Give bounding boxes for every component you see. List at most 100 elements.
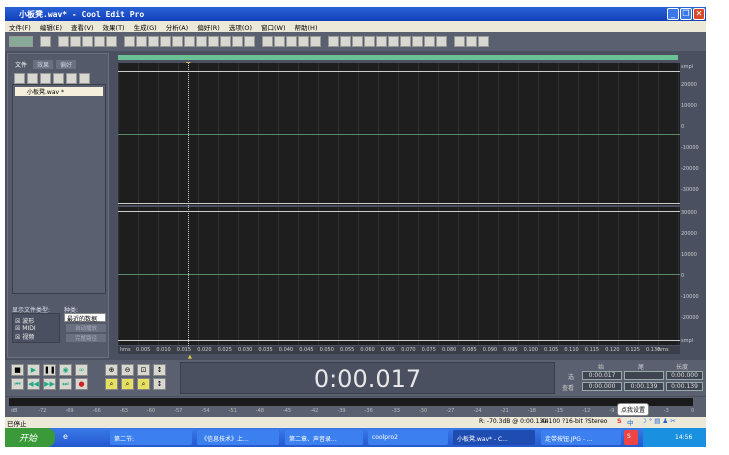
record-button[interactable]: ●: [75, 378, 88, 390]
sel-begin-field[interactable]: 0:00.017: [582, 371, 622, 380]
go-start-button[interactable]: ⏮: [11, 378, 24, 390]
zoom-vertical-out-icon[interactable]: ↕: [153, 378, 166, 390]
toolbar-button-4-icon[interactable]: [94, 36, 105, 47]
toolbar-button-8-icon[interactable]: [148, 36, 159, 47]
insert-icon[interactable]: [40, 73, 51, 84]
start-button[interactable]: 开始: [5, 428, 55, 447]
zoom-vertical-in-icon[interactable]: ↕: [153, 364, 166, 376]
sel-length-field[interactable]: 0:00.000: [666, 371, 703, 380]
ie-quicklaunch-icon[interactable]: e: [63, 432, 68, 441]
tab-effects[interactable]: 效果: [33, 60, 54, 69]
view-begin-field[interactable]: 0:00.000: [582, 382, 622, 391]
playhead[interactable]: [188, 63, 189, 346]
toolbar-button-34-icon[interactable]: [478, 36, 489, 47]
play-to-end-button[interactable]: ◉: [59, 364, 72, 376]
menu-item-3[interactable]: 效果(T): [103, 22, 125, 32]
full-path-button[interactable]: 完整路径: [66, 334, 106, 342]
toolbar-button-2-icon[interactable]: [70, 36, 81, 47]
close-button[interactable]: ✕: [693, 8, 705, 20]
toolbar-button-29-icon[interactable]: [412, 36, 423, 47]
zoom-out-icon[interactable]: ⊖: [121, 364, 134, 376]
autoplay-button[interactable]: 自动播放: [66, 324, 106, 332]
help-icon[interactable]: [79, 73, 90, 84]
taskbar-item[interactable]: 小板凳.wav* - C...: [453, 430, 535, 445]
pause-button[interactable]: ❚❚: [43, 364, 56, 376]
loop-button[interactable]: ∞: [75, 364, 88, 376]
toolbar-button-15-icon[interactable]: [232, 36, 243, 47]
sel-end-field[interactable]: [624, 371, 664, 380]
workspace-toggle-icon[interactable]: [9, 36, 33, 47]
taskbar-item[interactable]: 走带按钮.JPG - ...: [541, 430, 621, 445]
kind-select[interactable]: 最近的数据: [64, 313, 106, 323]
stop-button[interactable]: ■: [11, 364, 24, 376]
zoom-in-icon[interactable]: ⊕: [105, 364, 118, 376]
menu-item-2[interactable]: 查看(V): [71, 22, 94, 32]
toolbar-button-18-icon[interactable]: [274, 36, 285, 47]
toolbar-button-32-icon[interactable]: [454, 36, 465, 47]
checkbox-midi[interactable]: ☒ MIDI: [15, 325, 57, 332]
toolbar-button-1-icon[interactable]: [58, 36, 69, 47]
toolbar-button-10-icon[interactable]: [172, 36, 183, 47]
toolbar-button-14-icon[interactable]: [220, 36, 231, 47]
toolbar-button-26-icon[interactable]: [376, 36, 387, 47]
menu-item-0[interactable]: 文件(F): [9, 22, 31, 32]
toolbar-button-9-icon[interactable]: [160, 36, 171, 47]
zoom-right-icon[interactable]: ⌕: [121, 378, 134, 390]
ime-mode[interactable]: 中: [627, 417, 634, 427]
toolbar-button-16-icon[interactable]: [244, 36, 255, 47]
menu-item-4[interactable]: 生成(G): [134, 22, 157, 32]
menu-item-1[interactable]: 编辑(E): [40, 22, 62, 32]
channel-right[interactable]: [118, 207, 680, 345]
tab-files[interactable]: 文件: [11, 60, 32, 69]
taskbar-item[interactable]: 第二章、声音录...: [285, 430, 363, 445]
toolbar-button-5-icon[interactable]: [106, 36, 117, 47]
toolbar-button-20-icon[interactable]: [298, 36, 309, 47]
toolbar-button-25-icon[interactable]: [364, 36, 375, 47]
edit-icon[interactable]: [53, 73, 64, 84]
toolbar-button-23-icon[interactable]: [340, 36, 351, 47]
channel-left[interactable]: [118, 63, 680, 205]
toolbar-button-6-icon[interactable]: [124, 36, 135, 47]
toolbar-button-33-icon[interactable]: [466, 36, 477, 47]
toolbar-button-7-icon[interactable]: [136, 36, 147, 47]
toolbar-button-24-icon[interactable]: [352, 36, 363, 47]
toolbar-button-22-icon[interactable]: [328, 36, 339, 47]
toolbar-button-3-icon[interactable]: [82, 36, 93, 47]
menu-item-9[interactable]: 帮助(H): [295, 22, 318, 32]
toolbar-button-28-icon[interactable]: [400, 36, 411, 47]
toolbar-button-17-icon[interactable]: [262, 36, 273, 47]
taskbar-item[interactable]: coolpro2: [368, 430, 448, 445]
play-button[interactable]: ▶: [27, 364, 40, 376]
sogou-task-icon[interactable]: S: [624, 430, 638, 445]
menu-item-8[interactable]: 窗口(W): [261, 22, 286, 32]
toolbar-button-31-icon[interactable]: [436, 36, 447, 47]
file-item[interactable]: 小板凳.wav *: [15, 87, 103, 96]
checkbox-waveform[interactable]: ☒ 波形: [15, 316, 57, 325]
toolbar-button-0-icon[interactable]: [40, 36, 51, 47]
play-file-icon[interactable]: [66, 73, 77, 84]
close-file-icon[interactable]: [27, 73, 38, 84]
menu-item-7[interactable]: 选项(O): [229, 22, 252, 32]
open-file-icon[interactable]: [14, 73, 25, 84]
toolbar-button-21-icon[interactable]: [310, 36, 321, 47]
minimize-button[interactable]: _: [667, 8, 679, 20]
toolbar-button-12-icon[interactable]: [196, 36, 207, 47]
zoom-full-icon[interactable]: ⊡: [137, 364, 150, 376]
view-end-field[interactable]: 0:00.139: [624, 382, 664, 391]
toolbar-button-13-icon[interactable]: [208, 36, 219, 47]
menu-item-6[interactable]: 偏好(R): [197, 22, 220, 32]
toolbar-button-27-icon[interactable]: [388, 36, 399, 47]
forward-button[interactable]: ▶▶: [43, 378, 56, 390]
taskbar-item[interactable]: 《信息技术》上...: [197, 430, 279, 445]
restore-button[interactable]: ❐: [680, 8, 692, 20]
go-end-button[interactable]: ⏭: [59, 378, 72, 390]
tab-favorites[interactable]: 偏好: [56, 60, 77, 69]
menu-item-5[interactable]: 分析(A): [166, 22, 189, 32]
rewind-button[interactable]: ◀◀: [27, 378, 40, 390]
ime-toolbar-icons[interactable]: ☽ ° ▤ ♟ ✂: [641, 417, 676, 425]
sogou-icon[interactable]: S: [617, 417, 622, 425]
overview-bar[interactable]: [118, 55, 678, 60]
taskbar-item[interactable]: 第二节:: [110, 430, 192, 445]
toolbar-button-30-icon[interactable]: [424, 36, 435, 47]
toolbar-button-19-icon[interactable]: [286, 36, 297, 47]
